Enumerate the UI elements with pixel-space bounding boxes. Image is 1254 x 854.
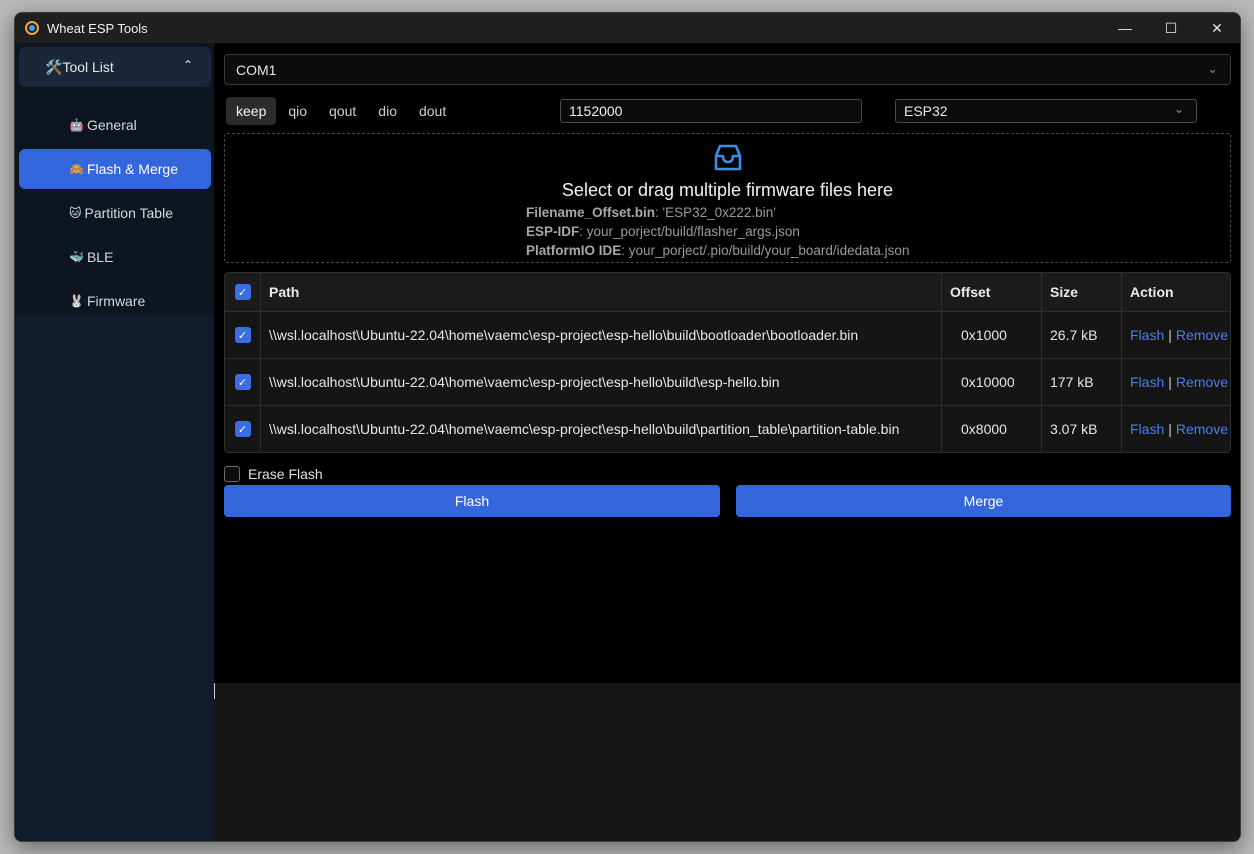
table-header-row: ✓ Path Offset Size Action	[225, 273, 1230, 311]
chip-select[interactable]: ESP32 ⌄	[895, 99, 1197, 123]
flash-row-link[interactable]: Flash	[1130, 374, 1164, 390]
flash-mode-group: keep qio qout dio dout	[226, 97, 458, 125]
log-console[interactable]	[214, 683, 1240, 841]
window-controls: — ☐ ✕	[1102, 13, 1240, 43]
app-window: Wheat ESP Tools — ☐ ✕ 🛠️Tool List ⌃ 🤖 Ge…	[14, 12, 1241, 842]
port-select[interactable]: COM1 ⌄	[224, 54, 1231, 85]
firmware-dropzone[interactable]: Select or drag multiple firmware files h…	[224, 133, 1231, 263]
mode-dio[interactable]: dio	[368, 97, 407, 125]
sidebar-item-label: General	[86, 117, 137, 133]
column-header-path: Path	[260, 273, 941, 311]
baud-rate-input[interactable]: 1152000	[560, 99, 862, 123]
mode-qout[interactable]: qout	[319, 97, 366, 125]
row-checkbox[interactable]: ✓	[234, 421, 251, 437]
action-separator: |	[1168, 327, 1172, 343]
cat-icon: 🐱	[69, 206, 82, 220]
dropzone-hint-esp-idf: ESP-IDF: your_porject/build/flasher_args…	[526, 224, 800, 239]
remove-row-link[interactable]: Remove	[1176, 421, 1228, 437]
main-panel: COM1 ⌄ keep qio qout dio dout 1152000 ES…	[214, 43, 1240, 841]
dropzone-hint-platformio: PlatformIO IDE: your_porject/.pio/build/…	[526, 243, 910, 258]
dropzone-title: Select or drag multiple firmware files h…	[561, 180, 894, 200]
column-header-size: Size	[1041, 273, 1121, 311]
monkey-icon: 🙈	[69, 162, 84, 176]
row-actions: Flash | Remove	[1121, 406, 1230, 452]
row-actions: Flash | Remove	[1121, 312, 1230, 358]
row-checkbox[interactable]: ✓	[234, 374, 251, 390]
erase-flash-label: Erase Flash	[248, 466, 323, 482]
mode-dout[interactable]: dout	[409, 97, 456, 125]
tool-list-label: Tool List	[62, 58, 114, 75]
sidebar-item-partition-table[interactable]: 🐱 Partition Table	[19, 193, 211, 233]
sidebar-item-label: BLE	[86, 249, 114, 265]
remove-row-link[interactable]: Remove	[1176, 374, 1228, 390]
erase-flash-checkbox[interactable]	[224, 466, 240, 482]
flash-row-link[interactable]: Flash	[1130, 327, 1164, 343]
row-offset: 0x1000	[941, 312, 1041, 358]
app-logo-icon	[25, 21, 39, 35]
row-actions: Flash | Remove	[1121, 359, 1230, 405]
sidebar-item-label: Partition Table	[84, 205, 173, 221]
sidebar-item-flash-merge[interactable]: 🙈 Flash & Merge	[19, 149, 211, 189]
column-header-offset: Offset	[941, 273, 1041, 311]
chip-value: ESP32	[904, 103, 948, 119]
sidebar-item-label: Firmware	[86, 293, 146, 309]
table-row: ✓ \\wsl.localhost\Ubuntu-22.04\home\vaem…	[225, 311, 1230, 358]
chevron-down-icon: ⌄	[1173, 102, 1184, 116]
sidebar-item-label: Flash & Merge	[86, 161, 178, 177]
title-bar: Wheat ESP Tools — ☐ ✕	[15, 13, 1240, 43]
erase-flash-option[interactable]: Erase Flash	[224, 466, 323, 482]
dropzone-hint-filename: Filename_Offset.bin: 'ESP32_0x222.bin'	[526, 205, 776, 220]
maximize-button[interactable]: ☐	[1148, 13, 1194, 43]
mode-qio[interactable]: qio	[278, 97, 317, 125]
remove-row-link[interactable]: Remove	[1176, 327, 1228, 343]
minimize-button[interactable]: —	[1102, 13, 1148, 43]
mode-keep[interactable]: keep	[226, 97, 277, 125]
merge-button[interactable]: Merge	[736, 485, 1231, 517]
table-row: ✓ \\wsl.localhost\Ubuntu-22.04\home\vaem…	[225, 358, 1230, 405]
chevron-down-icon: ⌄	[1207, 61, 1218, 76]
row-checkbox[interactable]: ✓	[234, 327, 251, 343]
port-value: COM1	[236, 61, 277, 78]
text-cursor	[214, 683, 215, 699]
sidebar: 🛠️Tool List ⌃ 🤖 General 🙈 Flash & Merge …	[15, 43, 214, 841]
window-title: Wheat ESP Tools	[47, 20, 148, 36]
robot-icon: 🤖	[69, 118, 84, 132]
select-all-checkbox[interactable]: ✓	[234, 284, 251, 300]
row-path: \\wsl.localhost\Ubuntu-22.04\home\vaemc\…	[260, 312, 941, 358]
flash-button[interactable]: Flash	[224, 485, 720, 517]
row-offset: 0x8000	[941, 406, 1041, 452]
sidebar-item-ble[interactable]: 🐳 BLE	[19, 237, 211, 277]
table-row: ✓ \\wsl.localhost\Ubuntu-22.04\home\vaem…	[225, 405, 1230, 452]
tools-icon: 🛠️	[45, 58, 63, 75]
chevron-up-icon: ⌃	[182, 58, 193, 72]
whale-icon: 🐳	[69, 250, 84, 264]
flash-row-link[interactable]: Flash	[1130, 421, 1164, 437]
row-path: \\wsl.localhost\Ubuntu-22.04\home\vaemc\…	[260, 406, 941, 452]
tool-list-toggle[interactable]: 🛠️Tool List ⌃	[19, 47, 211, 87]
action-separator: |	[1168, 421, 1172, 437]
close-button[interactable]: ✕	[1194, 13, 1240, 43]
inbox-icon	[714, 144, 742, 171]
firmware-table: ✓ Path Offset Size Action ✓ \\wsl.localh…	[224, 272, 1231, 453]
row-size: 177 kB	[1041, 359, 1121, 405]
row-size: 26.7 kB	[1041, 312, 1121, 358]
column-header-action: Action	[1121, 273, 1230, 311]
rabbit-icon: 🐰	[69, 294, 84, 308]
row-path: \\wsl.localhost\Ubuntu-22.04\home\vaemc\…	[260, 359, 941, 405]
action-separator: |	[1168, 374, 1172, 390]
sidebar-item-general[interactable]: 🤖 General	[19, 105, 211, 145]
row-offset: 0x10000	[941, 359, 1041, 405]
sidebar-item-firmware[interactable]: 🐰 Firmware	[19, 281, 211, 321]
row-size: 3.07 kB	[1041, 406, 1121, 452]
